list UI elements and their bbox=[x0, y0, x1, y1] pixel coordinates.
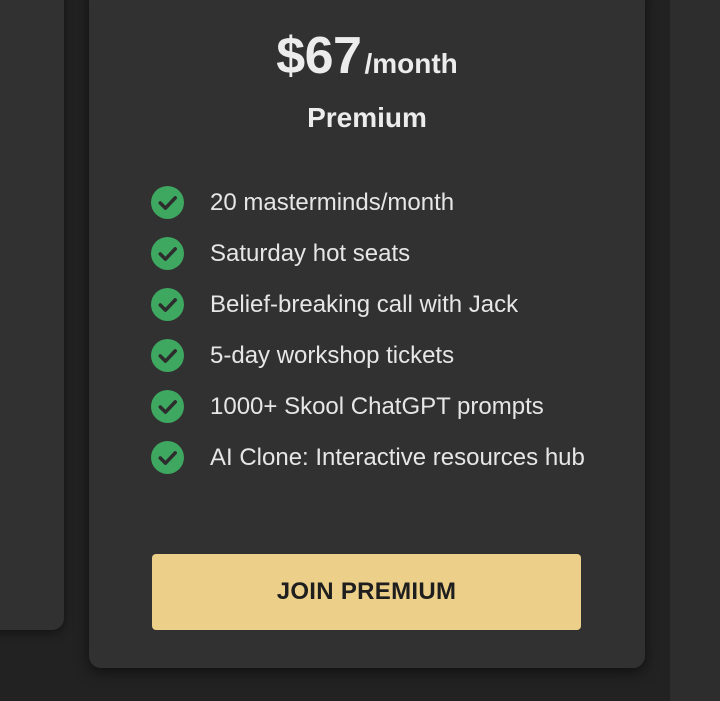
check-circle-icon bbox=[151, 390, 184, 423]
feature-item: 20 masterminds/month bbox=[151, 185, 591, 220]
feature-text: Belief-breaking call with Jack bbox=[210, 291, 519, 318]
pricing-card-premium: $67/month Premium 20 masterminds/month S… bbox=[89, 0, 645, 668]
check-circle-icon bbox=[151, 186, 184, 219]
check-circle-icon bbox=[151, 288, 184, 321]
feature-text: 5-day workshop tickets bbox=[210, 342, 455, 369]
feature-item: 1000+ Skool ChatGPT prompts bbox=[151, 389, 591, 424]
previous-plan-card bbox=[0, 0, 64, 630]
price-amount: $67 bbox=[276, 27, 362, 85]
check-circle-icon bbox=[151, 237, 184, 270]
plan-name: Premium bbox=[307, 102, 427, 133]
feature-text: 20 masterminds/month bbox=[210, 189, 455, 216]
check-circle-icon bbox=[151, 339, 184, 372]
side-panel bbox=[670, 0, 720, 701]
join-premium-button[interactable]: JOIN PREMIUM bbox=[152, 554, 581, 630]
feature-item: AI Clone: Interactive resources hub bbox=[151, 440, 591, 475]
price-period: /month bbox=[364, 48, 458, 79]
feature-list: 20 masterminds/month Saturday hot seats … bbox=[151, 185, 591, 491]
feature-item: Belief-breaking call with Jack bbox=[151, 287, 591, 322]
feature-item: 5-day workshop tickets bbox=[151, 338, 591, 373]
plan-price: $67/month bbox=[89, 26, 645, 86]
feature-text: AI Clone: Interactive resources hub bbox=[210, 444, 585, 471]
feature-item: Saturday hot seats bbox=[151, 236, 591, 271]
feature-text: 1000+ Skool ChatGPT prompts bbox=[210, 393, 544, 420]
feature-text: Saturday hot seats bbox=[210, 240, 411, 267]
check-circle-icon bbox=[151, 441, 184, 474]
